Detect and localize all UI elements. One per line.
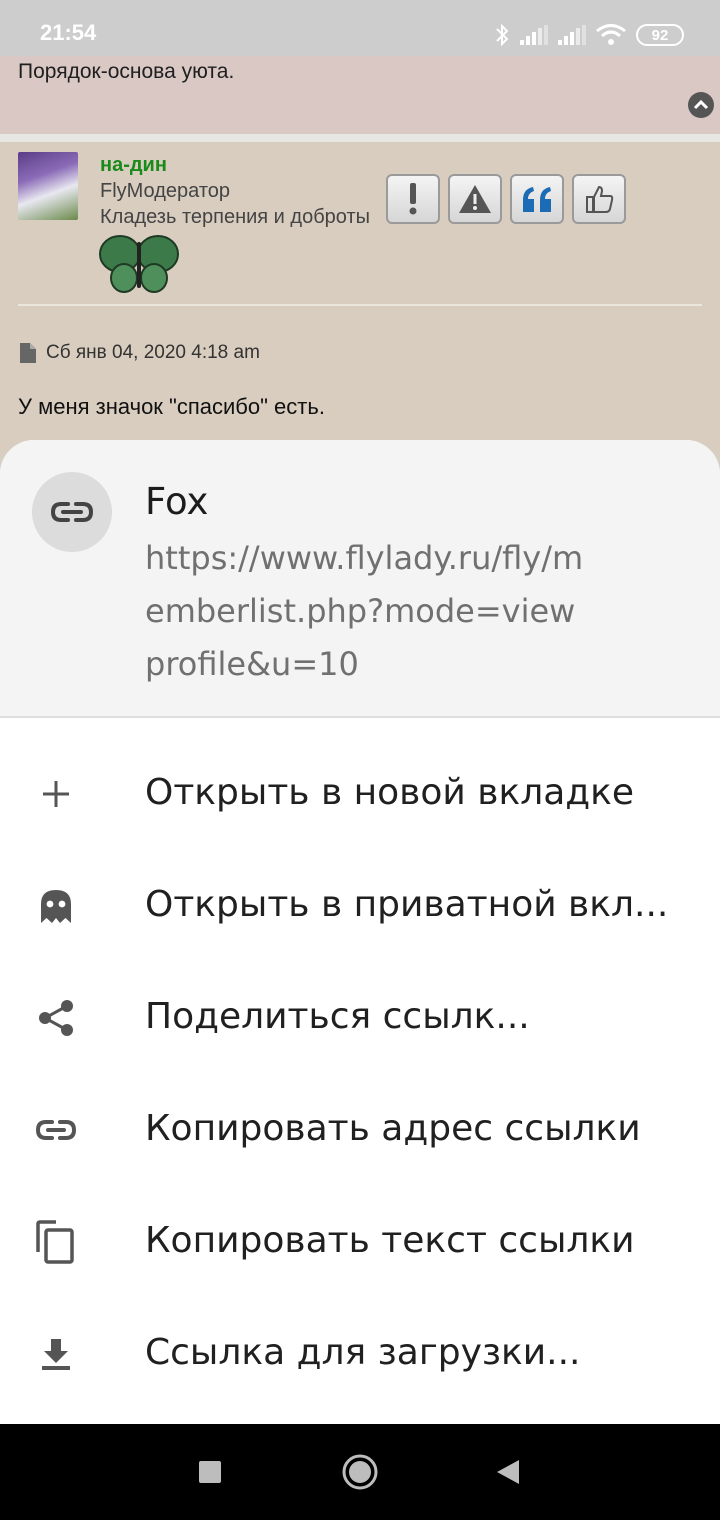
link-icon: [36, 1110, 76, 1150]
download-icon: [36, 1334, 76, 1374]
link-preview-header: Fox https://www.flylady.ru/fly/memberlis…: [0, 440, 720, 718]
navigation-bar: [0, 1424, 720, 1520]
report-button[interactable]: [386, 174, 440, 224]
link-title: Fox: [145, 480, 209, 523]
author-rank: FlyМодератор: [100, 180, 231, 202]
menu-item-share-link[interactable]: Поделиться ссылк...: [0, 962, 720, 1074]
quote-icon: [523, 187, 551, 212]
square-icon: [199, 1461, 221, 1483]
post-divider: [0, 134, 720, 142]
previous-post: Порядок-основа уюта.: [0, 56, 720, 134]
post-header-divider: [18, 304, 702, 306]
post-actions: [386, 174, 626, 224]
menu-item-label: Копировать адрес ссылки: [145, 1108, 641, 1149]
quote-button[interactable]: [510, 174, 564, 224]
post-date: Сб янв 04, 2020 4:18 am: [20, 342, 260, 364]
share-icon: [36, 998, 76, 1038]
signal-icon: [558, 25, 586, 45]
menu-item-download-link[interactable]: Ссылка для загрузки...: [0, 1298, 720, 1410]
menu-item-label: Открыть в новой вкладке: [145, 772, 635, 813]
post-date-text: Сб янв 04, 2020 4:18 am: [46, 342, 260, 363]
butterfly-icon: [99, 235, 179, 293]
copy-icon: [36, 1220, 76, 1264]
back-button[interactable]: [488, 1452, 528, 1492]
plus-icon: [36, 774, 76, 814]
menu-item-copy-link-address[interactable]: Копировать адрес ссылки: [0, 1074, 720, 1186]
warn-button[interactable]: [448, 174, 502, 224]
post-body: У меня значок "спасибо" есть.: [18, 394, 325, 419]
author-name[interactable]: на-дин: [100, 154, 167, 177]
warning-icon: [459, 185, 491, 213]
chevron-up-icon: [693, 99, 709, 110]
triangle-back-icon: [497, 1460, 519, 1484]
wifi-icon: [596, 24, 626, 45]
signal-icon: [520, 25, 548, 45]
menu-item-open-new-tab[interactable]: Открыть в новой вкладке: [0, 738, 720, 850]
context-menu-list: Открыть в новой вкладке Открыть в приват…: [0, 738, 720, 1410]
battery-level: 92: [651, 26, 669, 44]
thumbs-up-icon: [586, 185, 614, 213]
recents-button[interactable]: [190, 1452, 230, 1492]
menu-item-label: Открыть в приватной вкл...: [145, 884, 669, 925]
battery-icon: 92: [636, 24, 684, 46]
link-context-menu: Fox https://www.flylady.ru/fly/memberlis…: [0, 440, 720, 1424]
link-preview-icon: [32, 472, 112, 552]
author-motto: Кладезь терпения и доброты: [100, 206, 370, 228]
avatar[interactable]: [18, 152, 78, 220]
status-bar: 21:54 92: [0, 0, 720, 56]
ghost-icon: [36, 886, 76, 926]
menu-item-label: Ссылка для загрузки...: [145, 1332, 581, 1373]
forum-post: на-дин FlyМодератор Кладезь терпения и д…: [0, 142, 720, 452]
menu-item-copy-link-text[interactable]: Копировать текст ссылки: [0, 1186, 720, 1298]
exclamation-icon: [409, 183, 417, 215]
circle-icon: [342, 1454, 378, 1490]
bluetooth-icon: [496, 23, 509, 47]
status-icons: 92: [494, 22, 684, 48]
link-url: https://www.flylady.ru/fly/memberlist.ph…: [145, 539, 584, 683]
status-time: 21:54: [40, 20, 97, 45]
thanks-button[interactable]: [572, 174, 626, 224]
scroll-top-button[interactable]: [688, 92, 714, 118]
document-icon: [20, 343, 36, 363]
menu-item-open-private-tab[interactable]: Открыть в приватной вкл...: [0, 850, 720, 962]
link-icon: [51, 502, 93, 522]
home-button[interactable]: [340, 1452, 380, 1492]
menu-item-label: Копировать текст ссылки: [145, 1220, 635, 1261]
previous-post-text: Порядок-основа уюта.: [18, 60, 235, 83]
menu-item-label: Поделиться ссылк...: [145, 996, 530, 1037]
